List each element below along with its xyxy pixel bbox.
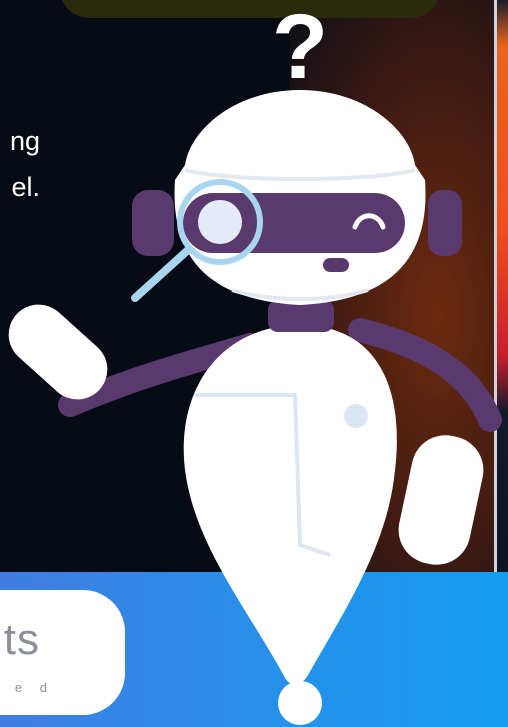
robot-right-hand xyxy=(398,435,484,565)
question-mark-icon: ? xyxy=(272,0,328,98)
robot-left-eye xyxy=(198,200,242,244)
robot-right-ear xyxy=(428,190,462,256)
robot-illustration: ? xyxy=(8,0,502,725)
robot-tail-dot xyxy=(278,681,322,725)
robot-body xyxy=(183,325,397,685)
magnifier-handle xyxy=(131,246,192,302)
robot-left-ear xyxy=(132,190,174,256)
robot-mouth xyxy=(323,258,349,272)
robot-body-button xyxy=(344,404,368,428)
page-stage: ng el. ts e d ? xyxy=(0,0,508,727)
